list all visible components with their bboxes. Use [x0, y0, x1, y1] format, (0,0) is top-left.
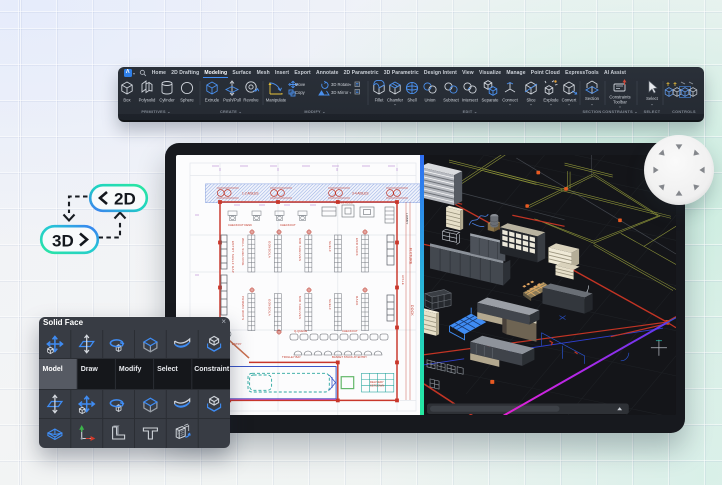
- svg-text:BASKET STACK AT ENTRY: BASKET STACK AT ENTRY: [332, 355, 367, 359]
- svg-text:2D: 2D: [114, 190, 136, 209]
- svg-text:FITTING ROOM: FITTING ROOM: [334, 201, 353, 205]
- svg-text:▾: ▾: [350, 83, 352, 87]
- svg-text:Model: Model: [43, 366, 63, 373]
- svg-text:Separate: Separate: [482, 98, 500, 103]
- svg-text:MID SHELVES: MID SHELVES: [298, 238, 302, 261]
- svg-text:Select: Select: [157, 366, 178, 373]
- svg-text:LOBBY: LOBBY: [405, 213, 409, 225]
- svg-text:Q-QUEUE: Q-QUEUE: [294, 329, 307, 333]
- svg-text:PROMO UNITS: PROMO UNITS: [241, 296, 245, 320]
- svg-text:RACK: RACK: [355, 296, 359, 306]
- svg-text:▾: ▾: [509, 103, 511, 107]
- svg-text:Extrude: Extrude: [205, 98, 220, 103]
- svg-text:Modify: Modify: [119, 366, 142, 373]
- svg-text:MODIFY ⌄: MODIFY ⌄: [304, 110, 325, 114]
- svg-text:Draw: Draw: [81, 366, 99, 373]
- svg-text:▾: ▾: [568, 103, 570, 107]
- svg-text:Revolve: Revolve: [243, 98, 259, 103]
- svg-text:3-4 AISLES: 3-4 AISLES: [352, 192, 368, 196]
- svg-text:CONSTRAINTS ⌄: CONSTRAINTS ⌄: [602, 110, 638, 114]
- svg-text:Fillet: Fillet: [375, 98, 385, 103]
- svg-text:EDIT ⌄: EDIT ⌄: [463, 110, 478, 114]
- svg-text:Constraint: Constraint: [194, 366, 230, 373]
- svg-text:CHECKOUT: CHECKOUT: [280, 223, 296, 227]
- svg-text:Manipulate: Manipulate: [266, 98, 287, 103]
- svg-text:AISLE: AISLE: [401, 275, 405, 285]
- svg-text:1-2 AISLES: 1-2 AISLES: [242, 192, 258, 196]
- svg-text:Section: Section: [585, 96, 600, 101]
- svg-text:SHELF: SHELF: [328, 241, 332, 252]
- svg-text:▾: ▾: [394, 103, 396, 107]
- svg-text:Push/Pull: Push/Pull: [223, 98, 241, 103]
- svg-text:CREATE ⌄: CREATE ⌄: [220, 110, 242, 114]
- svg-text:END RACK: END RACK: [355, 238, 359, 256]
- svg-text:3D Mirror: 3D Mirror: [331, 90, 349, 95]
- svg-text:DOCK: DOCK: [410, 305, 414, 316]
- svg-text:WALL SHELVING: WALL SHELVING: [241, 238, 245, 266]
- svg-text:Cylinder: Cylinder: [159, 98, 175, 103]
- svg-text:GONDOLA: GONDOLA: [268, 241, 272, 258]
- svg-text:CHECKOUT DESK: CHECKOUT DESK: [228, 223, 252, 227]
- svg-text:CONTROLS: CONTROLS: [672, 110, 696, 114]
- svg-text:FIXTURE: FIXTURE: [409, 248, 413, 265]
- svg-text:▾: ▾: [350, 91, 352, 95]
- svg-text:Copy: Copy: [295, 90, 306, 95]
- svg-text:Intersect: Intersect: [462, 98, 479, 103]
- svg-text:SETDOWN: SETDOWN: [370, 384, 384, 388]
- svg-text:▾: ▾: [591, 103, 593, 107]
- svg-text:SELECT: SELECT: [644, 110, 661, 114]
- svg-text:Union: Union: [425, 98, 437, 103]
- svg-text:ENTRY SHELF GAP: ENTRY SHELF GAP: [231, 241, 235, 273]
- svg-text:GONDOLA: GONDOLA: [268, 299, 272, 316]
- svg-text:Toolbar: Toolbar: [613, 100, 627, 105]
- svg-text:Polysolid: Polysolid: [139, 98, 156, 103]
- svg-text:3D: 3D: [52, 232, 74, 251]
- svg-text:3D Rotate: 3D Rotate: [331, 82, 351, 87]
- svg-text:Subtract: Subtract: [443, 98, 459, 103]
- svg-text:Move: Move: [295, 82, 306, 87]
- svg-text:Box: Box: [123, 98, 131, 103]
- svg-text:▾: ▾: [651, 103, 653, 107]
- svg-text:MID SHELVES: MID SHELVES: [298, 296, 302, 319]
- svg-text:▾: ▾: [619, 105, 621, 109]
- svg-text:TROLLEY BAY: TROLLEY BAY: [282, 355, 301, 359]
- svg-text:PRIMITIVES ⌄: PRIMITIVES ⌄: [141, 110, 170, 114]
- svg-text:Select: Select: [646, 96, 658, 101]
- svg-text:Sphere: Sphere: [180, 98, 194, 103]
- svg-text:SHELF: SHELF: [328, 299, 332, 310]
- svg-text:SECTION: SECTION: [583, 110, 602, 114]
- svg-text:Shell: Shell: [407, 98, 416, 103]
- svg-text:CHECKOUT: CHECKOUT: [342, 329, 358, 333]
- svg-text:▾: ▾: [530, 103, 532, 107]
- svg-text:▾: ▾: [550, 103, 552, 107]
